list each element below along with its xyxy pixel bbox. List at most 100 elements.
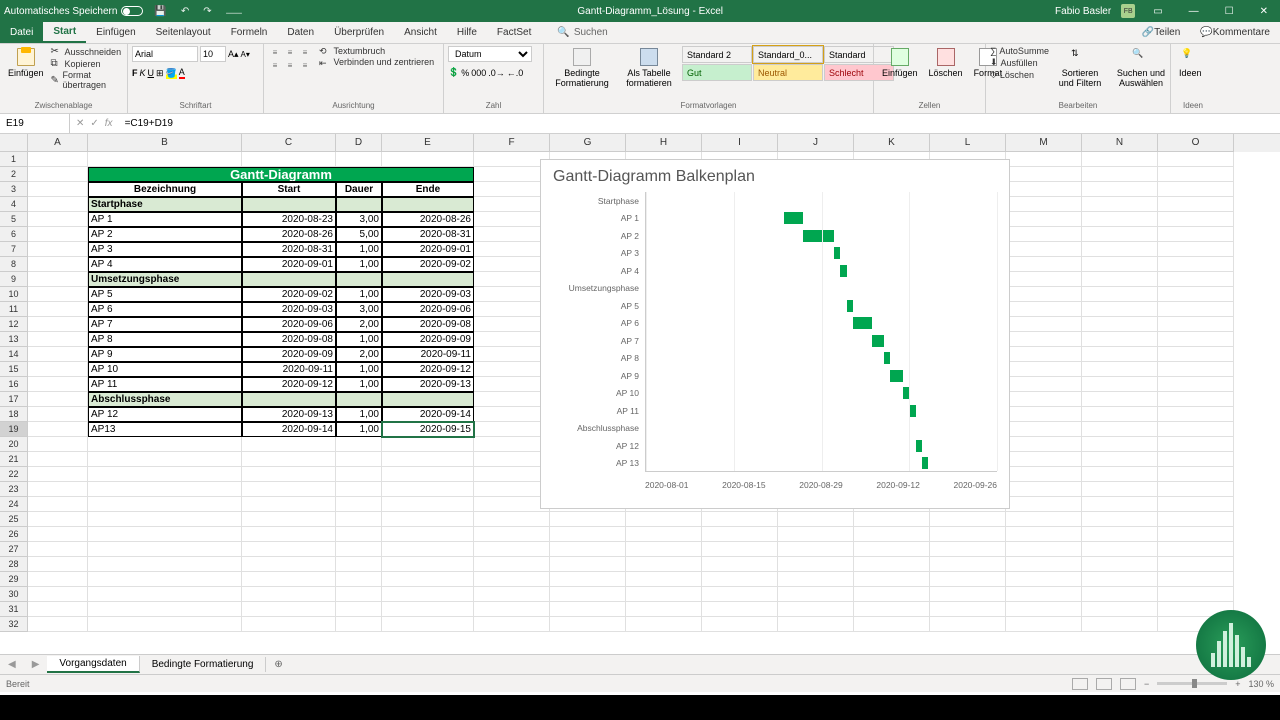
cell-I32[interactable] bbox=[702, 617, 778, 632]
cell-I30[interactable] bbox=[702, 587, 778, 602]
cell-O5[interactable] bbox=[1158, 212, 1234, 227]
share-button[interactable]: 🔗 Teilen bbox=[1132, 27, 1191, 38]
cell-J32[interactable] bbox=[778, 617, 854, 632]
cell-M19[interactable] bbox=[1006, 422, 1082, 437]
cell-A10[interactable] bbox=[28, 287, 88, 302]
cell-A28[interactable] bbox=[28, 557, 88, 572]
cell-style-standard2[interactable]: Standard 2 bbox=[682, 46, 752, 63]
cell-O10[interactable] bbox=[1158, 287, 1234, 302]
cell-F2[interactable] bbox=[474, 167, 550, 182]
cell-M8[interactable] bbox=[1006, 257, 1082, 272]
cell-B13[interactable]: AP 8 bbox=[88, 332, 242, 347]
cell-D3[interactable]: Dauer bbox=[336, 182, 382, 197]
cell-N1[interactable] bbox=[1082, 152, 1158, 167]
cell-M18[interactable] bbox=[1006, 407, 1082, 422]
cell-I28[interactable] bbox=[702, 557, 778, 572]
cell-E13[interactable]: 2020-09-09 bbox=[382, 332, 474, 347]
cell-A9[interactable] bbox=[28, 272, 88, 287]
cell-O21[interactable] bbox=[1158, 452, 1234, 467]
align-middle-button[interactable]: ≡ bbox=[283, 46, 297, 58]
cell-D9[interactable] bbox=[336, 272, 382, 287]
cell-E27[interactable] bbox=[382, 542, 474, 557]
cell-O24[interactable] bbox=[1158, 497, 1234, 512]
cell-F24[interactable] bbox=[474, 497, 550, 512]
cell-F5[interactable] bbox=[474, 212, 550, 227]
percent-button[interactable]: % bbox=[461, 68, 469, 78]
cell-D24[interactable] bbox=[336, 497, 382, 512]
cell-A7[interactable] bbox=[28, 242, 88, 257]
row-header[interactable]: 29 bbox=[0, 572, 28, 587]
cell-M17[interactable] bbox=[1006, 392, 1082, 407]
cell-F19[interactable] bbox=[474, 422, 550, 437]
cell-E5[interactable]: 2020-08-26 bbox=[382, 212, 474, 227]
wrap-text-button[interactable]: Textumbruch bbox=[334, 46, 435, 56]
cell-N16[interactable] bbox=[1082, 377, 1158, 392]
cell-N26[interactable] bbox=[1082, 527, 1158, 542]
cell-M2[interactable] bbox=[1006, 167, 1082, 182]
cell-M21[interactable] bbox=[1006, 452, 1082, 467]
cell-O17[interactable] bbox=[1158, 392, 1234, 407]
name-box[interactable] bbox=[0, 114, 70, 133]
cell-M4[interactable] bbox=[1006, 197, 1082, 212]
cell-O9[interactable] bbox=[1158, 272, 1234, 287]
cell-F10[interactable] bbox=[474, 287, 550, 302]
cell-J27[interactable] bbox=[778, 542, 854, 557]
column-header-O[interactable]: O bbox=[1158, 134, 1234, 152]
cell-C25[interactable] bbox=[242, 512, 336, 527]
cell-C22[interactable] bbox=[242, 467, 336, 482]
font-size-select[interactable] bbox=[200, 46, 226, 62]
cell-F4[interactable] bbox=[474, 197, 550, 212]
tab-data[interactable]: Daten bbox=[277, 22, 324, 43]
tab-layout[interactable]: Seitenlayout bbox=[146, 22, 221, 43]
cell-D31[interactable] bbox=[336, 602, 382, 617]
cell-B30[interactable] bbox=[88, 587, 242, 602]
cell-K25[interactable] bbox=[854, 512, 930, 527]
cell-C20[interactable] bbox=[242, 437, 336, 452]
cell-D20[interactable] bbox=[336, 437, 382, 452]
delete-cells-button[interactable]: Löschen bbox=[925, 46, 967, 80]
cell-D17[interactable] bbox=[336, 392, 382, 407]
cell-D30[interactable] bbox=[336, 587, 382, 602]
page-break-view-button[interactable] bbox=[1120, 678, 1136, 690]
cell-C12[interactable]: 2020-09-06 bbox=[242, 317, 336, 332]
cell-E20[interactable] bbox=[382, 437, 474, 452]
cell-I27[interactable] bbox=[702, 542, 778, 557]
cell-B27[interactable] bbox=[88, 542, 242, 557]
cell-J30[interactable] bbox=[778, 587, 854, 602]
cell-C1[interactable] bbox=[242, 152, 336, 167]
cell-C28[interactable] bbox=[242, 557, 336, 572]
cell-G25[interactable] bbox=[550, 512, 626, 527]
cell-C26[interactable] bbox=[242, 527, 336, 542]
cell-D15[interactable]: 1,00 bbox=[336, 362, 382, 377]
cell-C8[interactable]: 2020-09-01 bbox=[242, 257, 336, 272]
row-header[interactable]: 8 bbox=[0, 257, 28, 272]
cell-A25[interactable] bbox=[28, 512, 88, 527]
find-select-button[interactable]: 🔍Suchen und Auswählen bbox=[1111, 46, 1171, 90]
cell-L29[interactable] bbox=[930, 572, 1006, 587]
cell-J29[interactable] bbox=[778, 572, 854, 587]
row-header[interactable]: 6 bbox=[0, 227, 28, 242]
save-icon[interactable]: 💾 bbox=[151, 6, 169, 17]
cell-B11[interactable]: AP 6 bbox=[88, 302, 242, 317]
cell-M1[interactable] bbox=[1006, 152, 1082, 167]
row-header[interactable]: 11 bbox=[0, 302, 28, 317]
cell-H31[interactable] bbox=[626, 602, 702, 617]
cell-M15[interactable] bbox=[1006, 362, 1082, 377]
column-header-C[interactable]: C bbox=[242, 134, 336, 152]
cell-B18[interactable]: AP 12 bbox=[88, 407, 242, 422]
cell-D14[interactable]: 2,00 bbox=[336, 347, 382, 362]
row-header[interactable]: 5 bbox=[0, 212, 28, 227]
cell-D26[interactable] bbox=[336, 527, 382, 542]
zoom-level[interactable]: 130 % bbox=[1248, 679, 1274, 689]
row-header[interactable]: 26 bbox=[0, 527, 28, 542]
row-header[interactable]: 23 bbox=[0, 482, 28, 497]
cell-A18[interactable] bbox=[28, 407, 88, 422]
cell-D32[interactable] bbox=[336, 617, 382, 632]
row-header[interactable]: 25 bbox=[0, 512, 28, 527]
cell-C18[interactable]: 2020-09-13 bbox=[242, 407, 336, 422]
decrease-decimal-button[interactable]: ←.0 bbox=[507, 68, 524, 78]
cell-C19[interactable]: 2020-09-14 bbox=[242, 422, 336, 437]
cell-G31[interactable] bbox=[550, 602, 626, 617]
copy-button[interactable]: Kopieren bbox=[51, 58, 123, 69]
cell-K26[interactable] bbox=[854, 527, 930, 542]
